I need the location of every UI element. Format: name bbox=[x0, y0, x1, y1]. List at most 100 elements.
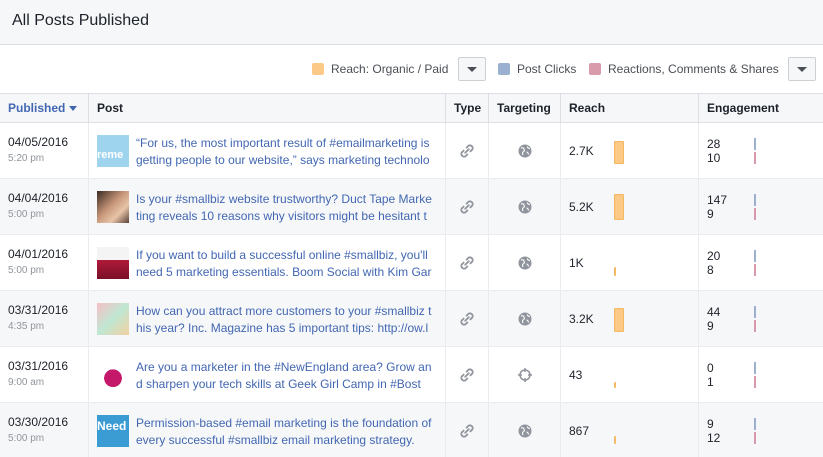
engagement-cell: 28 10 bbox=[698, 123, 823, 179]
type-cell bbox=[445, 179, 488, 235]
targeting-cell bbox=[488, 123, 560, 179]
post-clicks-value: 44 bbox=[707, 305, 721, 319]
column-header-engagement[interactable]: Engagement bbox=[698, 94, 823, 122]
sort-descending-icon bbox=[69, 106, 78, 112]
post-clicks-bar bbox=[754, 250, 756, 262]
post-time: 5:00 pm bbox=[8, 433, 45, 444]
legend-reactions: Reactions, Comments & Shares bbox=[589, 62, 779, 76]
reactions-value: 8 bbox=[707, 263, 714, 277]
published-cell: 04/01/2016 5:00 pm bbox=[0, 235, 88, 291]
reactions-bar bbox=[754, 320, 756, 332]
table-row[interactable]: 04/01/2016 5:00 pm If you want to build … bbox=[0, 235, 823, 291]
table-row[interactable]: 03/31/2016 9:00 am Are you a marketer in… bbox=[0, 347, 823, 403]
post-time: 4:35 pm bbox=[8, 321, 45, 332]
post-thumbnail[interactable]: reme bbox=[97, 135, 129, 167]
reach-value: 5.2K bbox=[569, 200, 594, 214]
post-thumbnail[interactable]: Need bbox=[97, 415, 129, 447]
column-header-published[interactable]: Published bbox=[0, 94, 88, 122]
chevron-down-icon bbox=[797, 66, 807, 72]
post-thumbnail[interactable] bbox=[97, 303, 129, 335]
reach-value: 43 bbox=[569, 368, 583, 382]
column-header-targeting-label: Targeting bbox=[497, 101, 551, 115]
reactions-bar bbox=[754, 264, 756, 276]
legend-post-clicks-label: Post Clicks bbox=[517, 62, 577, 76]
reach-swatch bbox=[312, 63, 324, 75]
post-date: 04/04/2016 bbox=[8, 191, 69, 205]
post-date: 03/30/2016 bbox=[8, 415, 69, 429]
post-clicks-bar bbox=[754, 194, 756, 206]
post-clicks-value: 9 bbox=[707, 417, 714, 431]
reach-bar bbox=[614, 308, 624, 332]
reach-cell: 3.2K bbox=[560, 291, 698, 347]
link-icon bbox=[459, 255, 475, 271]
reactions-bar bbox=[754, 376, 756, 388]
reach-cell: 5.2K bbox=[560, 179, 698, 235]
type-cell bbox=[445, 123, 488, 179]
post-text-link[interactable]: Permission-based #email marketing is the… bbox=[136, 415, 434, 449]
post-text-link[interactable]: How can you attract more customers to yo… bbox=[136, 303, 434, 337]
table-row[interactable]: 03/31/2016 4:35 pm How can you attract m… bbox=[0, 291, 823, 347]
post-clicks-value: 28 bbox=[707, 137, 721, 151]
published-cell: 03/30/2016 5:00 pm bbox=[0, 403, 88, 457]
post-cell[interactable]: reme “For us, the most important result … bbox=[88, 123, 445, 179]
column-header-reach-label: Reach bbox=[569, 101, 606, 115]
post-cell[interactable]: If you want to build a successful online… bbox=[88, 235, 445, 291]
post-cell[interactable]: Is your #smallbiz website trustworthy? D… bbox=[88, 179, 445, 235]
engagement-metric-dropdown[interactable] bbox=[788, 57, 816, 81]
reach-bar-container bbox=[614, 306, 628, 332]
legend-reach-label: Reach: Organic / Paid bbox=[331, 62, 449, 76]
column-header-type-label: Type bbox=[454, 101, 482, 115]
reactions-value: 10 bbox=[707, 151, 721, 165]
globe-icon[interactable] bbox=[517, 255, 533, 271]
crosshair-icon[interactable] bbox=[517, 367, 533, 383]
globe-icon[interactable] bbox=[517, 423, 533, 439]
post-clicks-bar bbox=[754, 362, 756, 374]
column-header-targeting[interactable]: Targeting bbox=[488, 94, 560, 122]
post-text-link[interactable]: “For us, the most important result of #e… bbox=[136, 135, 434, 169]
reach-cell: 43 bbox=[560, 347, 698, 403]
reach-cell: 1K bbox=[560, 235, 698, 291]
post-thumbnail[interactable] bbox=[97, 359, 129, 391]
globe-icon[interactable] bbox=[517, 311, 533, 327]
thumbnail-text: Need bbox=[97, 419, 127, 433]
globe-icon[interactable] bbox=[517, 143, 533, 159]
page-header: All Posts Published bbox=[0, 0, 823, 45]
post-thumbnail[interactable] bbox=[97, 191, 129, 223]
post-cell[interactable]: Need Permission-based #email marketing i… bbox=[88, 403, 445, 457]
reach-cell: 2.7K bbox=[560, 123, 698, 179]
table-row[interactable]: 04/05/2016 5:20 pm reme “For us, the mos… bbox=[0, 123, 823, 179]
post-clicks-value: 0 bbox=[707, 361, 714, 375]
targeting-cell bbox=[488, 403, 560, 457]
post-clicks-value: 20 bbox=[707, 249, 721, 263]
link-icon bbox=[459, 423, 475, 439]
reach-bar-container bbox=[614, 250, 628, 276]
post-text-link[interactable]: Is your #smallbiz website trustworthy? D… bbox=[136, 191, 434, 225]
reach-bar-container bbox=[614, 362, 628, 388]
column-header-post[interactable]: Post bbox=[88, 94, 445, 122]
published-cell: 03/31/2016 9:00 am bbox=[0, 347, 88, 403]
reach-cell: 867 bbox=[560, 403, 698, 457]
post-cell[interactable]: Are you a marketer in the #NewEngland ar… bbox=[88, 347, 445, 403]
reach-value: 1K bbox=[569, 256, 584, 270]
post-time: 5:20 pm bbox=[8, 153, 45, 164]
reach-metric-dropdown[interactable] bbox=[458, 57, 486, 81]
post-clicks-swatch bbox=[498, 63, 510, 75]
reactions-value: 1 bbox=[707, 375, 714, 389]
post-text-link[interactable]: If you want to build a successful online… bbox=[136, 247, 434, 281]
globe-icon[interactable] bbox=[517, 199, 533, 215]
legend-reach: Reach: Organic / Paid bbox=[312, 62, 448, 76]
table-row[interactable]: 04/04/2016 5:00 pm Is your #smallbiz web… bbox=[0, 179, 823, 235]
reactions-value: 9 bbox=[707, 207, 714, 221]
column-header-type[interactable]: Type bbox=[445, 94, 488, 122]
post-cell[interactable]: How can you attract more customers to yo… bbox=[88, 291, 445, 347]
table-row[interactable]: 03/30/2016 5:00 pm Need Permission-based… bbox=[0, 403, 823, 457]
link-icon bbox=[459, 367, 475, 383]
column-header-engagement-label: Engagement bbox=[707, 101, 780, 115]
post-thumbnail[interactable] bbox=[97, 247, 129, 279]
reach-value: 2.7K bbox=[569, 144, 594, 158]
post-date: 03/31/2016 bbox=[8, 303, 69, 317]
reactions-value: 9 bbox=[707, 319, 714, 333]
type-cell bbox=[445, 291, 488, 347]
post-text-link[interactable]: Are you a marketer in the #NewEngland ar… bbox=[136, 359, 434, 393]
column-header-reach[interactable]: Reach bbox=[560, 94, 698, 122]
